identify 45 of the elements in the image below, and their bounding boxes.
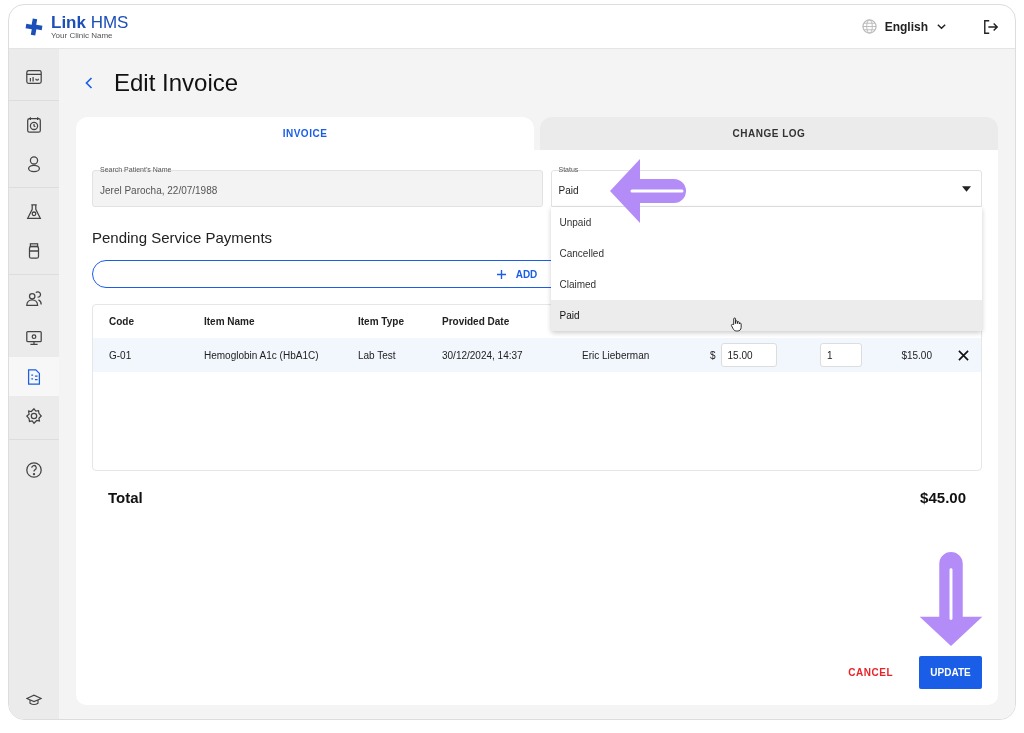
logo-icon <box>25 17 43 36</box>
section-title: Pending Service Payments <box>92 229 274 246</box>
settings-icon <box>25 406 43 425</box>
table-cell-text: Eric Lieberman <box>582 349 651 361</box>
page-title: Edit Invoice <box>114 69 239 97</box>
total-value: $45.00 <box>920 489 966 506</box>
column-header: Item Type <box>358 316 405 327</box>
tab[interactable]: CHANGE LOG <box>540 117 998 150</box>
table-cell-text: Hemoglobin A1c (HbA1C) <box>204 349 320 361</box>
currency-sign: $ <box>710 349 716 361</box>
invoice-icon <box>25 367 43 386</box>
table-cell-text: G-01 <box>109 349 133 361</box>
cancel-button[interactable]: CANCEL <box>842 666 899 679</box>
back-icon[interactable] <box>84 76 94 90</box>
help-icon <box>25 460 43 479</box>
monitor-icon <box>25 328 43 347</box>
total-label: Total <box>108 489 143 506</box>
logout-icon[interactable] <box>983 18 999 35</box>
dropdown-option[interactable]: Unpaid <box>550 207 982 238</box>
quantity-input[interactable]: 1 <box>820 343 862 367</box>
update-button[interactable]: UPDATE <box>919 656 982 689</box>
clinic-name: Your Clinic Name <box>51 31 114 40</box>
language-selector[interactable]: English <box>861 19 947 34</box>
column-header: Provided Date <box>442 316 511 327</box>
column-header: Code <box>109 316 135 327</box>
flask-icon <box>25 202 43 221</box>
plus-icon <box>496 269 506 279</box>
table-cell-text: $15.00 <box>900 349 932 361</box>
tab[interactable]: INVOICE <box>76 117 534 150</box>
column-header: Item Name <box>204 316 256 327</box>
people-icon <box>25 289 43 308</box>
pointer-icon <box>729 317 743 332</box>
price-input[interactable]: 15.00 <box>720 343 777 367</box>
close-icon[interactable] <box>958 349 969 361</box>
table-cell-text: 30/12/2024, 14:37 <box>442 349 524 361</box>
person-icon <box>25 154 43 173</box>
dropdown-option[interactable]: Paid <box>550 300 982 331</box>
table-cell-text: Lab Test <box>358 349 397 361</box>
globe-icon <box>861 19 877 34</box>
sidebar-item[interactable] <box>9 357 59 396</box>
chart-icon <box>25 67 43 86</box>
brand-name: Link HMS <box>51 13 129 31</box>
caret-icon <box>962 185 971 192</box>
chevron-down-icon <box>936 21 947 32</box>
calendar-clock-icon <box>25 115 43 134</box>
